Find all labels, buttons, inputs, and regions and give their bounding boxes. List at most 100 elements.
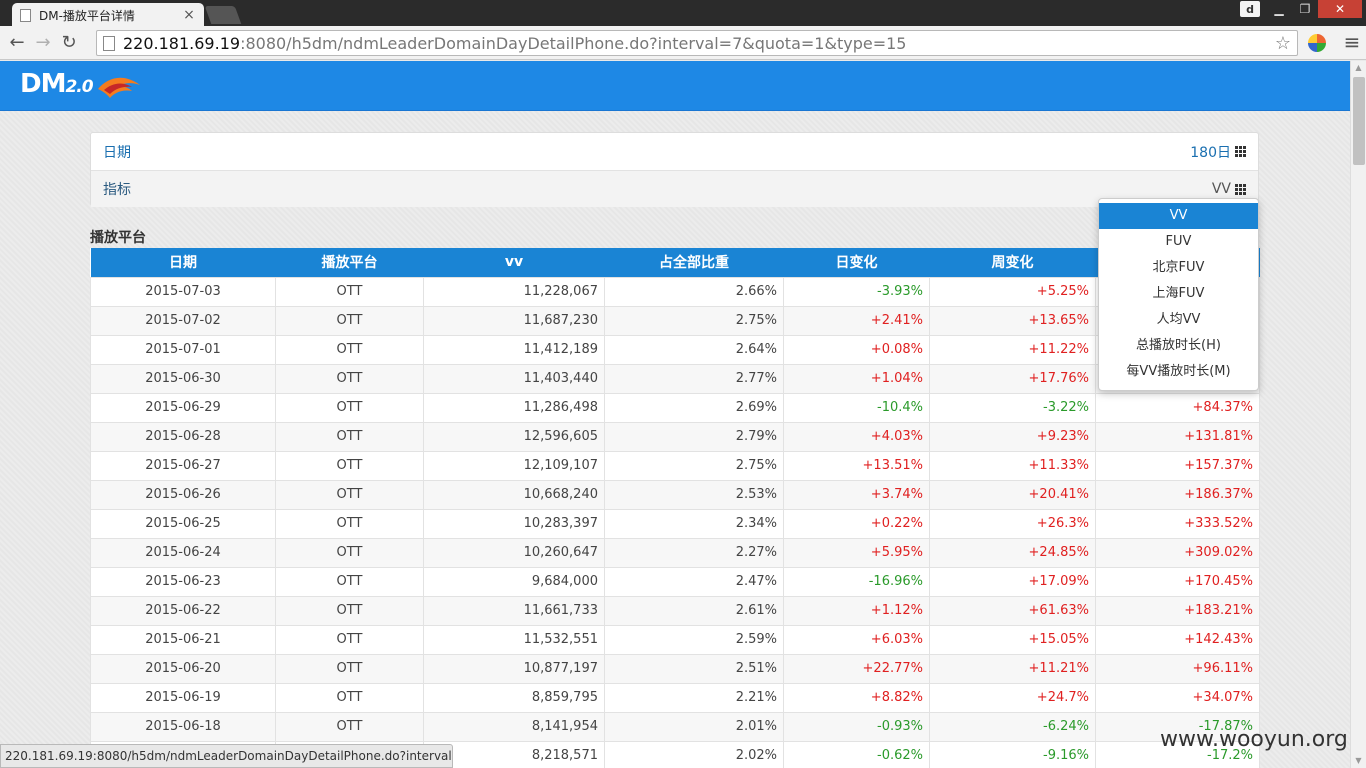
browser-tab[interactable]: DM-播放平台详情 × xyxy=(12,3,204,27)
metric-dropdown-menu: VV FUV 北京FUV 上海FUV 人均VV 总播放时长(H) 每VV播放时长(M) xyxy=(1098,198,1259,391)
cell-weekly-change: -3.22% xyxy=(929,392,1096,423)
cell-date: 2015-06-25 xyxy=(90,508,276,539)
cell-date: 2015-07-02 xyxy=(90,305,276,336)
grid-menu-icon[interactable] xyxy=(1235,146,1246,157)
scroll-up-icon[interactable]: ▲ xyxy=(1351,61,1366,75)
back-arrow-icon[interactable]: ← xyxy=(4,30,30,56)
column-header-platform[interactable]: 播放平台 xyxy=(275,248,424,277)
cell-weekly-change: +5.25% xyxy=(929,276,1096,307)
user-profile-button[interactable]: d xyxy=(1240,1,1260,17)
cell-platform: OTT xyxy=(275,392,424,423)
cell-weekly-change: +24.7% xyxy=(929,682,1096,713)
metric-filter-value[interactable]: VV xyxy=(1212,181,1246,197)
bookmark-star-icon[interactable]: ☆ xyxy=(1275,33,1291,54)
cell-share: 2.75% xyxy=(604,450,784,481)
table-row: 2015-06-26 OTT 10,668,240 2.53% +3.74% +20.41… xyxy=(90,479,1260,510)
date-filter-row[interactable]: 日期 180日 xyxy=(91,133,1258,170)
cell-platform: OTT xyxy=(275,653,424,684)
cell-share: 2.66% xyxy=(604,276,784,307)
cell-weekly-change: +17.76% xyxy=(929,363,1096,394)
column-header-weekly-change[interactable]: 周变化 xyxy=(929,248,1096,277)
tab-close-icon[interactable]: × xyxy=(182,7,196,23)
dm-logo: DM2.0 xyxy=(20,69,140,99)
cell-date: 2015-07-03 xyxy=(90,276,276,307)
cell-platform: OTT xyxy=(275,566,424,597)
cell-share: 2.02% xyxy=(604,740,784,768)
cell-share: 2.21% xyxy=(604,682,784,713)
metric-filter-text: VV xyxy=(1211,181,1231,197)
scroll-down-icon[interactable]: ▼ xyxy=(1351,754,1366,768)
cell-daily-change: +6.03% xyxy=(783,624,930,655)
cell-share: 2.59% xyxy=(604,624,784,655)
window-titlebar: DM-播放平台详情 × d ▁ ❐ ✕ xyxy=(0,0,1366,27)
page-icon xyxy=(103,35,115,51)
close-window-icon[interactable]: ✕ xyxy=(1318,0,1362,18)
watermark-text: www.wooyun.org xyxy=(1160,727,1348,752)
scrollbar-thumb[interactable] xyxy=(1353,77,1365,165)
cell-platform: OTT xyxy=(275,276,424,307)
cell-vv: 11,661,733 xyxy=(423,595,605,626)
cell-share: 2.51% xyxy=(604,653,784,684)
cell-vv: 10,260,647 xyxy=(423,537,605,568)
table-row: 2015-06-22 OTT 11,661,733 2.61% +1.12% +61.63… xyxy=(90,595,1260,626)
column-header-vv[interactable]: vv xyxy=(423,248,605,277)
table-header-row: 日期 播放平台 vv 占全部比重 日变化 周变化 xyxy=(90,248,1260,277)
column-header-date[interactable]: 日期 xyxy=(90,248,276,277)
cell-date: 2015-06-19 xyxy=(90,682,276,713)
cell-share: 2.34% xyxy=(604,508,784,539)
dropdown-option[interactable]: 北京FUV xyxy=(1099,255,1258,281)
cell-extra: +131.81% xyxy=(1095,421,1260,452)
cell-date: 2015-06-18 xyxy=(90,711,276,742)
cell-share: 2.69% xyxy=(604,392,784,423)
dropdown-option[interactable]: VV xyxy=(1099,203,1258,229)
dropdown-option[interactable]: 人均VV xyxy=(1099,307,1258,333)
cell-platform: OTT xyxy=(275,363,424,394)
cell-platform: OTT xyxy=(275,711,424,742)
cell-date: 2015-06-26 xyxy=(90,479,276,510)
cell-extra: +333.52% xyxy=(1095,508,1260,539)
cell-daily-change: +0.08% xyxy=(783,334,930,365)
platform-detail-table: 日期 播放平台 vv 占全部比重 日变化 周变化 2015-07-03 OTT 11… xyxy=(90,248,1260,768)
cell-vv: 9,684,000 xyxy=(423,566,605,597)
grid-menu-icon[interactable] xyxy=(1235,183,1246,195)
cell-vv: 8,141,954 xyxy=(423,711,605,742)
extension-icon[interactable] xyxy=(1308,34,1326,52)
cell-daily-change: -0.62% xyxy=(783,740,930,768)
column-header-share[interactable]: 占全部比重 xyxy=(604,248,784,277)
dropdown-option[interactable]: 每VV播放时长(M) xyxy=(1099,359,1258,385)
restore-icon[interactable]: ❐ xyxy=(1292,0,1318,18)
address-bar[interactable]: 220.181.69.19:8080/h5dm/ndmLeaderDomainD… xyxy=(96,30,1298,56)
hamburger-menu-icon[interactable]: ≡ xyxy=(1340,30,1364,54)
cell-weekly-change: +24.85% xyxy=(929,537,1096,568)
metric-filter-row[interactable]: 指标 VV xyxy=(91,170,1258,207)
cell-date: 2015-06-27 xyxy=(90,450,276,481)
minimize-icon[interactable]: ▁ xyxy=(1266,0,1292,18)
cell-date: 2015-06-28 xyxy=(90,421,276,452)
cell-daily-change: +1.12% xyxy=(783,595,930,626)
status-bar-url: 220.181.69.19:8080/h5dm/ndmLeaderDomainD… xyxy=(0,744,453,768)
cell-platform: OTT xyxy=(275,334,424,365)
reload-icon[interactable]: ↻ xyxy=(56,30,82,56)
table-row: 2015-06-24 OTT 10,260,647 2.27% +5.95% +24.85… xyxy=(90,537,1260,568)
table-row: 2015-06-25 OTT 10,283,397 2.34% +0.22% +26.3%… xyxy=(90,508,1260,539)
new-tab-button[interactable] xyxy=(204,6,242,24)
cell-daily-change: +8.82% xyxy=(783,682,930,713)
cell-daily-change: +1.04% xyxy=(783,363,930,394)
dropdown-option[interactable]: 上海FUV xyxy=(1099,281,1258,307)
forward-arrow-icon[interactable]: → xyxy=(30,30,56,56)
cell-weekly-change: +20.41% xyxy=(929,479,1096,510)
column-header-daily-change[interactable]: 日变化 xyxy=(783,248,930,277)
url-path: :8080/h5dm/ndmLeaderDomainDayDetailPhone… xyxy=(240,33,907,53)
cell-weekly-change: -6.24% xyxy=(929,711,1096,742)
cell-platform: OTT xyxy=(275,624,424,655)
page-viewport: DM2.0 日期 180日 指标 VV 播放平台 日期 播放平台 vv 占全部比… xyxy=(0,61,1350,768)
dropdown-option[interactable]: 总播放时长(H) xyxy=(1099,333,1258,359)
cell-date: 2015-06-29 xyxy=(90,392,276,423)
dropdown-option[interactable]: FUV xyxy=(1099,229,1258,255)
cell-weekly-change: +11.21% xyxy=(929,653,1096,684)
vertical-scrollbar[interactable]: ▲ ▼ xyxy=(1350,61,1366,768)
date-filter-value[interactable]: 180日 xyxy=(1190,142,1246,162)
metric-filter-label: 指标 xyxy=(103,182,131,198)
cell-daily-change: -3.93% xyxy=(783,276,930,307)
logo-text: DM xyxy=(20,69,66,99)
